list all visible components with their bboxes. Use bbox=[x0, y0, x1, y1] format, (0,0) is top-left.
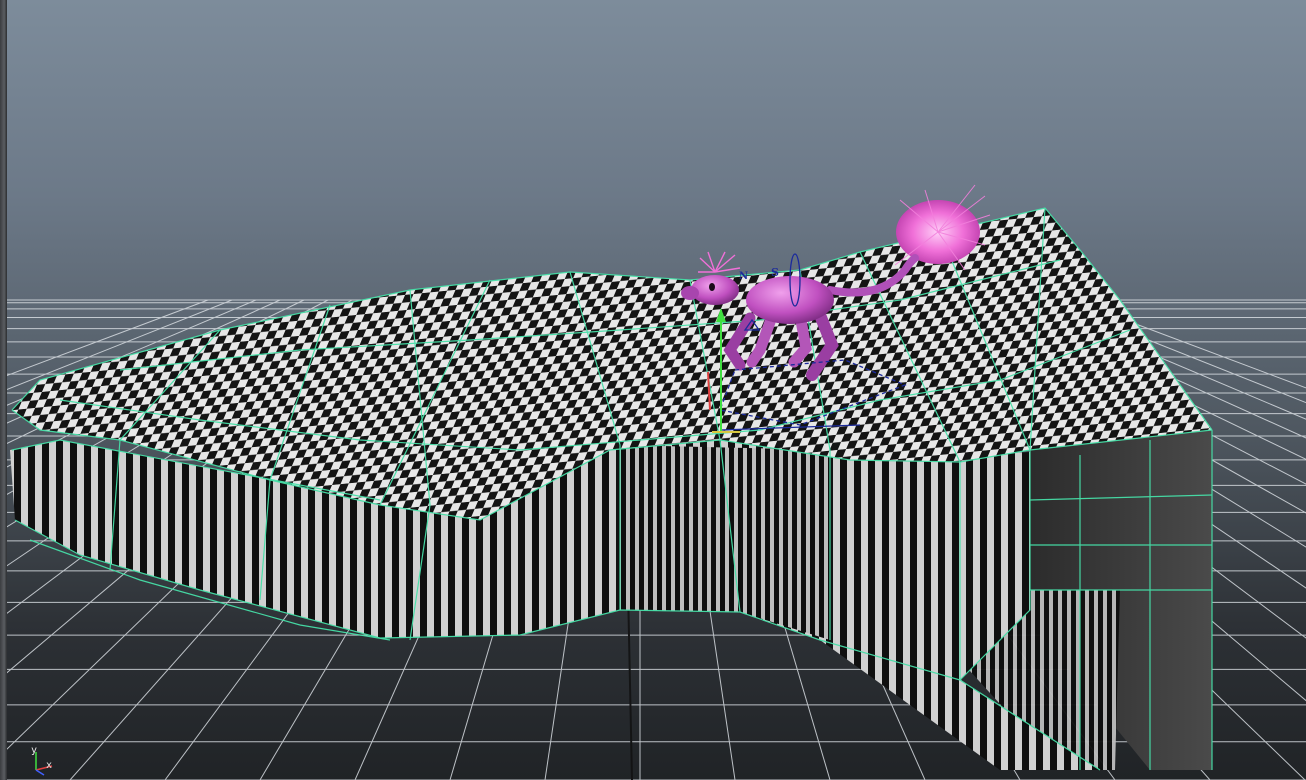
character-snout bbox=[681, 286, 699, 300]
terrain-mesh[interactable] bbox=[10, 207, 1213, 771]
viewport-left-border[interactable] bbox=[0, 0, 7, 780]
rig-label-s: S bbox=[771, 266, 779, 279]
axis-label-y: y bbox=[31, 745, 38, 756]
scene-canvas[interactable]: N S bbox=[0, 0, 1306, 780]
character-head bbox=[691, 275, 739, 305]
axis-label-x: x bbox=[46, 760, 53, 771]
rig-label-n: N bbox=[739, 271, 748, 282]
character-eye bbox=[709, 283, 715, 291]
3d-viewport[interactable]: N S y x bbox=[0, 0, 1306, 780]
terrain-side-front bbox=[10, 440, 1100, 770]
character-head-fur bbox=[698, 251, 741, 273]
